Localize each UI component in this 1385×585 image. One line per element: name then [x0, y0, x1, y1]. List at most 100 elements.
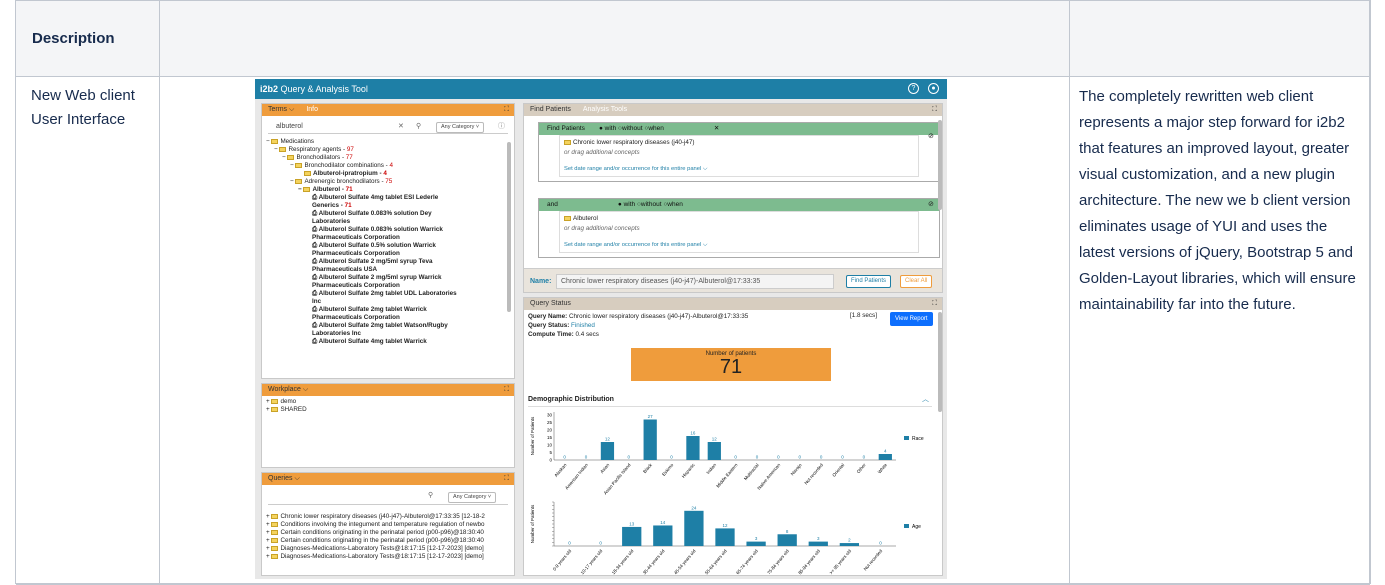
workplace-item[interactable]: + demo	[262, 396, 514, 406]
bar	[715, 528, 735, 546]
clear-icon[interactable]: ✕	[398, 120, 404, 134]
search-icon[interactable]: ⚲	[428, 489, 433, 503]
category-label: 35-44 years old	[642, 548, 666, 575]
terms-search-input[interactable]: albuterol	[276, 123, 303, 130]
query-item[interactable]: + Certain conditions originating in the …	[266, 537, 510, 545]
maximize-icon[interactable]: ⛶	[932, 298, 937, 310]
find-scrollbar[interactable]	[938, 120, 942, 210]
close-icon[interactable]: ✕	[714, 125, 719, 132]
panel-2-body: Albuterol or drag additional concepts Se…	[559, 211, 919, 253]
workplace-item[interactable]: + SHARED	[262, 406, 514, 414]
find-patients-tab[interactable]: Find Patients	[530, 106, 571, 113]
tree-item[interactable]: ⎙ Albuterol Sulfate 2 mg/5ml syrup Warri…	[266, 274, 466, 290]
with-radio[interactable]: ● with	[599, 125, 616, 132]
help-icon[interactable]: ?	[908, 83, 919, 94]
tree-item[interactable]: − Medications	[266, 138, 514, 146]
bar	[684, 510, 704, 546]
category-label: 65-74 years old	[735, 548, 759, 575]
date-range-link[interactable]: Set date range and/or occurrence for thi…	[564, 240, 914, 250]
find-patients-button[interactable]: Find Patients	[846, 275, 892, 288]
concept-item[interactable]: Chronic lower respiratory diseases (j40-…	[564, 138, 914, 148]
bar	[622, 526, 642, 546]
when-radio[interactable]: ○when	[644, 125, 663, 132]
tree-item[interactable]: ⎙ Albuterol Sulfate 4mg tablet Warrick	[266, 338, 514, 346]
chevron-up-icon[interactable]: ︿	[922, 394, 929, 404]
category-label: Multiracial	[743, 462, 760, 481]
query-item[interactable]: + Chronic lower respiratory diseases (j4…	[266, 513, 510, 521]
tree-item[interactable]: ⎙ Albuterol Sulfate 0.5% solution Warric…	[266, 242, 466, 258]
row-label: New Web client User Interface	[16, 77, 160, 585]
data-label: 16	[690, 431, 696, 436]
bar	[600, 442, 615, 460]
maximize-icon[interactable]: ⛶	[504, 104, 509, 116]
maximize-icon[interactable]: ⛶	[504, 384, 509, 396]
search-icon[interactable]: ⚲	[416, 120, 421, 134]
query-status-tab[interactable]: Query Status	[530, 300, 571, 307]
queries-search[interactable]: ⚲ Any Category ˅	[268, 489, 508, 505]
tree-item[interactable]: − Bronchodilator combinations - 4	[266, 162, 514, 170]
tree-item[interactable]: − Adrenergic bronchodilators - 75	[266, 178, 514, 186]
terms-scrollbar[interactable]	[507, 142, 511, 312]
category-label: White	[877, 462, 889, 474]
query-item[interactable]: + Diagnoses-Medications-Laboratory Tests…	[266, 545, 510, 553]
view-report-button[interactable]: View Report	[890, 312, 933, 326]
bar	[878, 454, 892, 460]
terms-search[interactable]: albuterol ✕ ⚲ Any Category ˅ ⓘ	[268, 120, 508, 134]
tree-item[interactable]: ⎙ Albuterol Sulfate 2mg tablet UDL Labor…	[266, 290, 466, 306]
concept-item[interactable]: Albuterol	[564, 214, 914, 224]
tree-item[interactable]: ⎙ Albuterol Sulfate 0.083% solution Warr…	[266, 226, 466, 242]
tree-item[interactable]: ⎙ Albuterol Sulfate 2mg tablet Watson/Ru…	[266, 322, 466, 338]
data-label: 3	[755, 536, 758, 541]
query-item[interactable]: + Conditions involving the integument an…	[266, 521, 510, 529]
compute-label: Compute Time:	[528, 331, 574, 338]
status-scrollbar[interactable]	[938, 312, 942, 412]
query-name-input[interactable]: Chronic lower respiratory diseases (j40-…	[556, 274, 834, 289]
data-label: 0	[599, 541, 602, 546]
workplace-tab[interactable]: Workplace ⌵	[268, 386, 308, 393]
when-radio[interactable]: ○when	[663, 201, 682, 208]
maximize-icon[interactable]: ⛶	[504, 473, 509, 485]
elapsed-time: [1.8 secs]	[850, 312, 877, 319]
legend-swatch	[904, 524, 909, 528]
category-label: Navajo	[790, 462, 803, 476]
legend-label: Age	[912, 524, 921, 530]
without-radio[interactable]: ○without	[618, 125, 643, 132]
user-icon[interactable]: ●	[928, 83, 939, 94]
data-label: 0	[670, 455, 673, 460]
analysis-tools-tab[interactable]: Analysis Tools	[583, 106, 627, 113]
queries-tab[interactable]: Queries ⌵	[268, 475, 300, 482]
tree-item[interactable]: ⎙ Albuterol Sulfate 2mg tablet Warrick P…	[266, 306, 466, 322]
data-label: 0	[841, 455, 844, 460]
without-radio[interactable]: ○without	[637, 201, 662, 208]
terms-tab[interactable]: Terms ⌵	[268, 106, 294, 113]
info-tab[interactable]: Info	[306, 106, 318, 113]
maximize-icon[interactable]: ⛶	[932, 104, 937, 116]
tree-item[interactable]: − Bronchodilators - 77	[266, 154, 514, 162]
tree-item[interactable]: − Respiratory agents - 97	[266, 146, 514, 154]
tree-item[interactable]: ⎙ Albuterol Sulfate 0.083% solution Dey …	[266, 210, 466, 226]
clear-all-button[interactable]: Clear All	[900, 275, 933, 288]
category-label: Black	[642, 462, 653, 474]
tree-item[interactable]: ⎙ Albuterol Sulfate 2 mg/5ml syrup Teva …	[266, 258, 466, 274]
category-label: 55-64 years old	[704, 548, 728, 575]
category-label: >= 95 years old	[828, 548, 852, 575]
compute-value: 0.4 secs	[575, 331, 599, 338]
hide-icon[interactable]: ⊘	[928, 200, 934, 208]
category-label: 10-17 years old	[580, 548, 604, 575]
data-label: 0	[585, 455, 588, 460]
terms-category-select[interactable]: Any Category ˅	[436, 122, 485, 133]
info-icon[interactable]: ⓘ	[498, 120, 505, 134]
query-item[interactable]: + Diagnoses-Medications-Laboratory Tests…	[266, 553, 510, 561]
tree-item[interactable]: − Albuterol - 71	[266, 186, 514, 194]
category-label: Not recorded	[803, 462, 824, 486]
tree-item[interactable]: Albuterol-ipratropium - 4	[266, 170, 514, 178]
bar	[707, 442, 721, 460]
hide-icon[interactable]: ⊘	[928, 132, 934, 140]
tree-item[interactable]: ⎙ Albuterol Sulfate 4mg tablet ESI Leder…	[266, 194, 466, 210]
queries-category-select[interactable]: Any Category ˅	[448, 492, 497, 503]
status-header: Query Status ⛶	[524, 298, 942, 310]
panel-title: Find Patients	[547, 125, 585, 132]
query-item[interactable]: + Certain conditions originating in the …	[266, 529, 510, 537]
with-radio[interactable]: ● with	[618, 201, 635, 208]
date-range-link[interactable]: Set date range and/or occurrence for thi…	[564, 164, 914, 174]
